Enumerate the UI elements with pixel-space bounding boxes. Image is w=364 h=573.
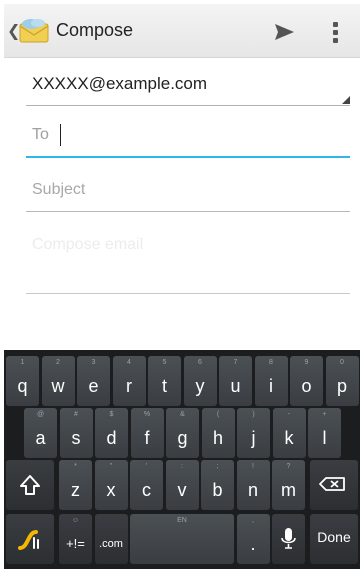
swype-key[interactable] [6,514,54,564]
key-j[interactable]: ) j [237,408,270,458]
body-placeholder: Compose email [32,236,144,253]
key-c[interactable]: ' c [130,460,163,510]
key-h[interactable]: (h [201,408,235,458]
key-g[interactable]: & g [166,408,199,458]
body-field[interactable]: Compose email [26,226,350,294]
key-k[interactable]: -k [272,408,306,458]
subject-input[interactable] [26,170,350,210]
page-title: Compose [56,20,134,40]
key-n[interactable]: ! n [236,460,270,510]
key-z[interactable]: * z [59,460,92,510]
key-q[interactable]: 1q [6,356,39,406]
soft-keyboard: 1q 2w 3e 4r 5t 6y 7u 8i 9o 0p @ a # s $ d %… [4,350,360,569]
to-label: To [32,126,49,143]
send-icon[interactable] [268,16,300,48]
key-l[interactable]: + l [308,408,341,458]
key-v[interactable]: :v [165,460,199,510]
key-t[interactable]: 5t [148,356,181,406]
key-p[interactable]: 0p [325,356,359,406]
spinner-arrow-icon [342,96,350,104]
key-i[interactable]: 8i [254,356,288,406]
shift-key[interactable] [6,460,54,510]
key-x[interactable]: " x [94,460,128,510]
period-key[interactable]: , . [236,514,270,564]
from-account-spinner[interactable]: XXXXX@example.com [26,64,350,106]
text-cursor [60,124,61,146]
key-w[interactable]: 2w [41,356,75,406]
email-app-icon[interactable] [18,18,52,44]
key-u[interactable]: 7u [219,356,252,406]
from-account-value: XXXXX@example.com [32,74,208,93]
microphone-icon [281,528,296,549]
subject-field-row [26,170,350,212]
key-s[interactable]: # s [59,408,93,458]
microphone-key[interactable] [272,514,305,564]
dotcom-key[interactable]: .com [94,514,128,564]
key-y[interactable]: 6y [183,356,217,406]
symbols-key[interactable]: ☺ +!= [59,514,92,564]
backspace-icon [319,477,345,491]
key-d[interactable]: $ d [95,408,128,458]
key-b[interactable]: ; b [201,460,234,510]
backspace-key[interactable] [310,460,358,510]
key-e[interactable]: 3e [77,356,110,406]
email-compose-screen: ❮ Compose XXXXX@example.com To Subject C… [4,4,360,569]
key-r[interactable]: 4r [112,356,146,406]
overflow-menu-icon[interactable] [324,16,348,48]
shift-icon [20,475,40,495]
done-key[interactable]: Done [310,514,358,564]
action-bar: ❮ Compose [4,4,360,58]
space-key[interactable]: EN [130,514,234,564]
to-field[interactable]: To [26,114,350,158]
key-f[interactable]: % f [130,408,164,458]
key-m[interactable]: ? m [272,460,305,510]
swype-icon [18,530,39,550]
key-o[interactable]: 9o [290,356,323,406]
key-a[interactable]: @ a [24,408,57,458]
